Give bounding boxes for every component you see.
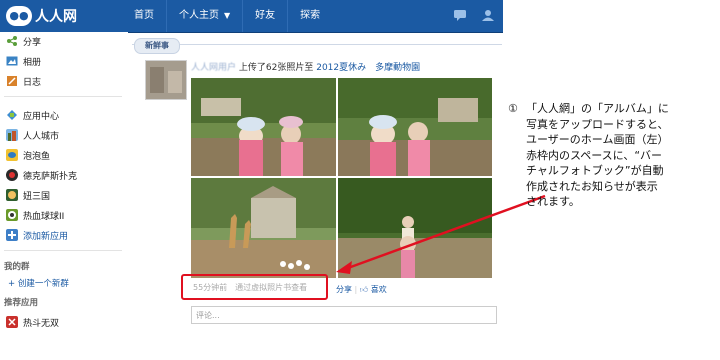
chat-icon[interactable]: [453, 9, 467, 21]
nav-home[interactable]: 首页: [122, 0, 166, 32]
sidebar-item-label: 热斗无双: [23, 318, 60, 329]
create-group-link[interactable]: + 创建一个新群: [8, 277, 69, 289]
nav-friends[interactable]: 好友: [243, 0, 287, 32]
like-link[interactable]: 喜欢: [371, 285, 387, 294]
sidebar-item-label: 应用中心: [23, 111, 60, 122]
sidebar: 分享 相册 日志 应用中心 人人城市 泡泡鱼 德克萨斯扑克 妞三国 热血球球II…: [0, 32, 128, 360]
recommended-apps-heading: 推荐应用: [4, 298, 39, 308]
sidebar-divider: [4, 250, 122, 251]
album-icon: [6, 56, 18, 66]
feed-main: 新鲜事 人人网用户 上传了62张照片至 2012夏休み 多摩動物園 55分钟前 …: [128, 32, 503, 360]
photo-image: [338, 78, 492, 176]
add-app-icon: [6, 229, 18, 241]
sidebar-item-app-center[interactable]: 应用中心: [6, 106, 59, 124]
sidebar-item-sanguo[interactable]: 妞三国: [6, 186, 50, 204]
app-center-icon: [7, 110, 17, 120]
photo-image: [191, 178, 336, 278]
chevron-down-icon[interactable]: ▼: [224, 0, 230, 32]
sidebar-item-poker[interactable]: 德克萨斯扑克: [6, 166, 77, 184]
annotation-line: されます。: [526, 195, 580, 208]
annotation-line: 赤枠内のスペースに、“バー: [526, 148, 663, 162]
sidebar-item-label: 德克萨斯扑克: [23, 171, 78, 182]
sidebar-item-label: 泡泡鱼: [23, 151, 51, 162]
nav-profile[interactable]: 个人主页 ▼: [167, 0, 242, 32]
post-headline: 人人网用户 上传了62张照片至 2012夏休み 多摩動物園: [191, 60, 420, 73]
comment-input[interactable]: 评论...: [191, 306, 497, 324]
annotation-number: ①: [508, 102, 518, 115]
photo-grid: [191, 78, 492, 278]
sidebar-item-album[interactable]: 相册: [6, 52, 41, 70]
sidebar-item-add-app[interactable]: 添加新应用: [6, 226, 68, 244]
logo-text: 人人网: [35, 9, 77, 25]
sidebar-item-label: 相册: [23, 57, 42, 68]
share-icon: [7, 36, 17, 46]
sidebar-item-label: 分享: [23, 37, 42, 48]
sidebar-item-label: 热血球球II: [23, 211, 65, 222]
sidebar-item-label: 妞三国: [23, 191, 51, 202]
sidebar-item-label: 添加新应用: [23, 231, 69, 242]
sidebar-item-blog[interactable]: 日志: [6, 72, 41, 90]
friend-request-icon[interactable]: [481, 9, 495, 21]
groups-heading: 我的群: [4, 262, 30, 272]
sidebar-item-label: 人人城市: [23, 131, 60, 142]
highlight-box: [181, 274, 328, 300]
sidebar-item-share[interactable]: 分享: [6, 32, 41, 50]
photo-image: [191, 78, 336, 176]
annotation-text: ① 「人人網」の「アルバム」に 写真をアップロードすると、 ユーザーのホーム画面…: [508, 101, 708, 210]
sidebar-item-fish[interactable]: 泡泡鱼: [6, 146, 50, 164]
game-icon: [6, 316, 18, 328]
photo-image: [338, 178, 492, 278]
fish-icon: [6, 149, 18, 161]
blog-icon: [7, 76, 17, 86]
avatar[interactable]: [145, 60, 187, 100]
city-icon: [6, 129, 18, 141]
annotation-line: 作成されたお知らせが表示: [526, 179, 658, 193]
sidebar-item-label: 日志: [23, 77, 42, 88]
logo-mark-icon: ●●: [6, 6, 32, 26]
sidebar-divider: [4, 96, 122, 97]
main-nav: 首页 个人主页 ▼ 好友 探索: [122, 0, 332, 32]
annotation-line: ユーザーのホーム画面（左）: [526, 133, 669, 146]
photo-thumbnail[interactable]: [338, 78, 492, 176]
top-navigation-bar: ●● 人人网 首页 个人主页 ▼ 好友 探索: [0, 0, 503, 33]
sidebar-item-ball[interactable]: 热血球球II: [6, 206, 64, 224]
like-icon[interactable]: 👍︎: [360, 285, 368, 294]
annotation-line: 「人人網」の「アルバム」に: [526, 102, 669, 115]
ball-icon: [6, 209, 18, 221]
sanguo-icon: [6, 189, 18, 201]
sidebar-item-city[interactable]: 人人城市: [6, 126, 59, 144]
top-icons: [453, 9, 495, 21]
annotation-line: 写真をアップロードすると、: [526, 117, 669, 131]
renren-logo[interactable]: ●● 人人网: [6, 6, 77, 26]
avatar-image: [146, 61, 186, 99]
post-actions: 分享 | 👍︎ 喜欢: [336, 285, 387, 294]
tab-news-feed[interactable]: 新鲜事: [134, 38, 180, 54]
poker-icon: [6, 169, 18, 181]
photo-thumbnail[interactable]: [191, 78, 336, 176]
post-author[interactable]: 人人网用户: [191, 63, 236, 73]
post-action: 上传了62张照片至: [238, 63, 314, 73]
annotation-line: チャルフォトブック”が自動: [526, 164, 664, 177]
share-link[interactable]: 分享: [336, 285, 352, 294]
nav-explore[interactable]: 探索: [288, 0, 332, 32]
tab-underline: [132, 44, 502, 45]
sidebar-item-recommended-game[interactable]: 热斗无双: [6, 313, 59, 331]
album-link[interactable]: 2012夏休み 多摩動物園: [316, 63, 420, 73]
photo-thumbnail[interactable]: [338, 178, 492, 278]
photo-thumbnail[interactable]: [191, 178, 336, 278]
